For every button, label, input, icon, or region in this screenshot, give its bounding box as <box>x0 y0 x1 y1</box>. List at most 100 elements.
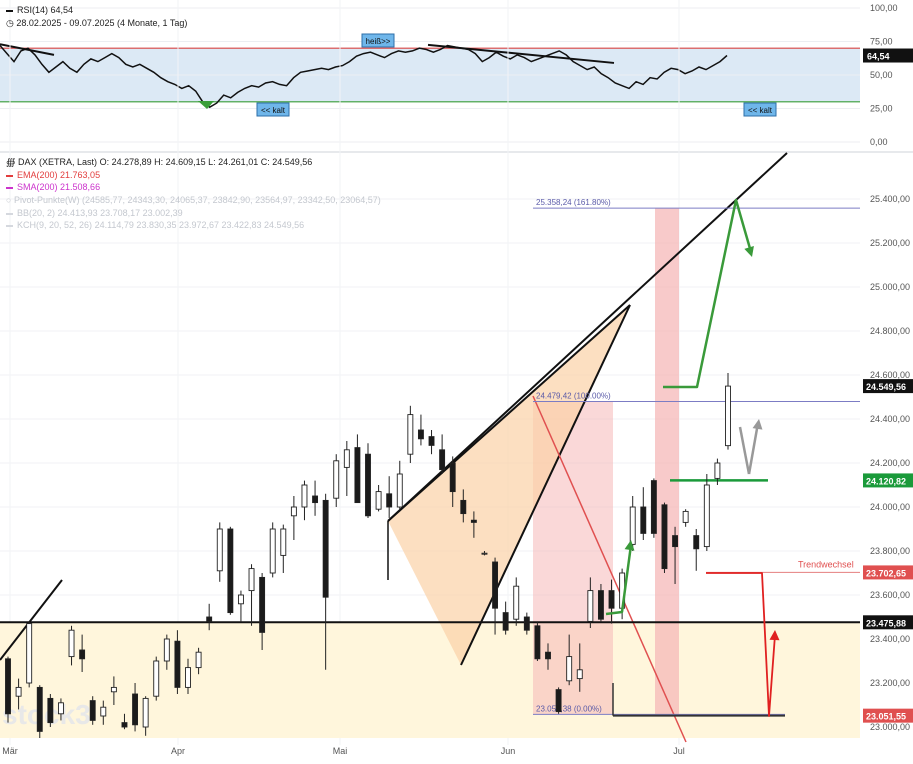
candle-body <box>714 462 721 479</box>
price-badge-label: 23.702,65 <box>866 568 906 578</box>
month-tick-label: Mär <box>2 746 18 756</box>
candle-body <box>523 616 530 631</box>
ema-value: 21.763,05 <box>60 170 101 180</box>
candle-body <box>725 385 731 447</box>
legend-kch: KCH(9, 20, 52, 26) 24.114,79 23.830,35 2… <box>6 220 304 230</box>
watermark-logo: stock3 <box>2 699 91 730</box>
price-tick-label: 25.000,00 <box>870 282 910 292</box>
fib-label: 25.358,24 (161.80%) <box>536 198 611 207</box>
rsi-value: 64,54 <box>50 5 74 15</box>
rsi-tick-label: 25,00 <box>870 104 893 114</box>
candle-body <box>629 506 636 545</box>
bull-arrow-long-head <box>744 245 754 257</box>
candle-body <box>248 568 255 592</box>
candle-body <box>36 686 43 732</box>
pivot-value: (24585,77, 24343,30, 24065,37, 23842,90,… <box>81 195 381 205</box>
candle-body <box>259 576 266 633</box>
clock-icon: ◷ <box>6 18 14 28</box>
price-tick-label: 23.200,00 <box>870 678 910 688</box>
rsi-tag-cold-1: << kalt <box>261 106 286 115</box>
price-badge-label: 24.120,82 <box>866 476 906 486</box>
candle-body <box>227 528 234 614</box>
candle-body <box>672 535 679 548</box>
candle-body <box>322 499 329 598</box>
neutral-arrow-head <box>752 419 763 430</box>
period-text: (4 Monate, 1 Tag) <box>116 18 188 28</box>
candle-body <box>703 484 710 548</box>
candle-body <box>534 625 541 660</box>
rsi-tick-label: 100,00 <box>870 3 898 13</box>
date-range: ◷ 28.02.2025 - 09.07.2025 (4 Monate, 1 T… <box>6 18 187 29</box>
rsi-tag-cold-2: << kalt <box>748 106 773 115</box>
candle-body <box>386 493 393 508</box>
candle-body <box>185 667 191 688</box>
candle-body <box>47 697 54 724</box>
bb-swatch <box>6 212 13 215</box>
candle-body <box>481 552 488 555</box>
candle-body <box>79 649 86 660</box>
candle-body <box>290 506 297 517</box>
candle-body <box>121 722 128 728</box>
ohlc-readout: O: 24.278,89 H: 24.609,15 L: 24.261,01 C… <box>99 157 313 167</box>
month-tick-label: Apr <box>171 746 185 756</box>
candle-body <box>68 629 75 658</box>
price-badge-label: 23.475,88 <box>866 618 906 628</box>
fib-label: 24.479,42 (100.00%) <box>536 392 611 401</box>
candle-body <box>5 658 11 715</box>
candle-body <box>396 473 403 508</box>
neutral-arrow-2 <box>738 426 751 475</box>
candle-body <box>608 590 615 609</box>
month-tick-label: Jun <box>501 746 516 756</box>
price-tick-label: 24.000,00 <box>870 502 910 512</box>
rsi-tag-hot: heiß>> <box>366 37 391 46</box>
ema-label: EMA(200) <box>17 170 58 180</box>
symbol-legend: ∰ DAX (XETRA, Last) O: 24.278,89 H: 24.6… <box>6 157 312 168</box>
target-zone <box>655 208 679 715</box>
candle-body <box>26 623 33 684</box>
candle-body <box>269 528 276 574</box>
candle-body <box>280 528 287 556</box>
candle-body <box>555 689 562 713</box>
legend-sma: SMA(200) 21.508,66 <box>6 182 100 192</box>
rsi-title: RSI(14) <box>17 5 49 15</box>
candle-body <box>449 462 456 493</box>
chart-stage: 100,00 75,00 50,00 25,00 0,00 heiß>> << kalt <<… <box>0 0 913 759</box>
pivot-icon: ○ <box>6 195 12 205</box>
chart-canvas[interactable]: 100,00 75,00 50,00 25,00 0,00 heiß>> << kalt <<… <box>0 0 913 759</box>
price-tick-label: 24.800,00 <box>870 326 910 336</box>
candle-body <box>301 484 308 508</box>
candle-body <box>333 460 340 499</box>
candle-body <box>439 449 446 471</box>
candle-body <box>174 640 181 688</box>
trendwechsel-label: Trendwechsel <box>798 559 854 569</box>
candle-body <box>89 700 96 721</box>
candle-body <box>545 651 551 660</box>
candle-body <box>132 693 139 726</box>
candle-body <box>587 590 594 622</box>
candle-body <box>513 585 520 620</box>
candle-body <box>650 480 657 534</box>
price-tick-label: 25.200,00 <box>870 238 910 248</box>
rsi-current-label: 64,54 <box>867 52 890 62</box>
candle-body <box>365 453 371 517</box>
candle-body <box>428 436 435 446</box>
candle-body <box>502 612 509 631</box>
support-zone <box>0 622 860 738</box>
price-tick-label: 23.400,00 <box>870 634 910 644</box>
candle-body <box>142 697 149 728</box>
date-range-text: 28.02.2025 - 09.07.2025 <box>16 18 115 28</box>
price-tick-label: 24.400,00 <box>870 414 910 424</box>
price-tick-label: 23.000,00 <box>870 722 910 732</box>
bb-value: 24.413,93 23.708,17 23.002,39 <box>57 208 183 218</box>
price-tick-label: 23.600,00 <box>870 590 910 600</box>
price-badge-label: 23.051,55 <box>866 712 906 722</box>
price-badge-label: 24.549,56 <box>866 382 906 392</box>
candle-body <box>57 702 64 715</box>
candle-body <box>597 590 604 620</box>
candle-body <box>312 495 319 504</box>
candle-body <box>576 669 583 680</box>
candle-body <box>100 706 107 717</box>
price-tick-label: 24.600,00 <box>870 370 910 380</box>
rsi-tick-label: 0,00 <box>870 137 888 147</box>
candle-body <box>163 638 170 662</box>
